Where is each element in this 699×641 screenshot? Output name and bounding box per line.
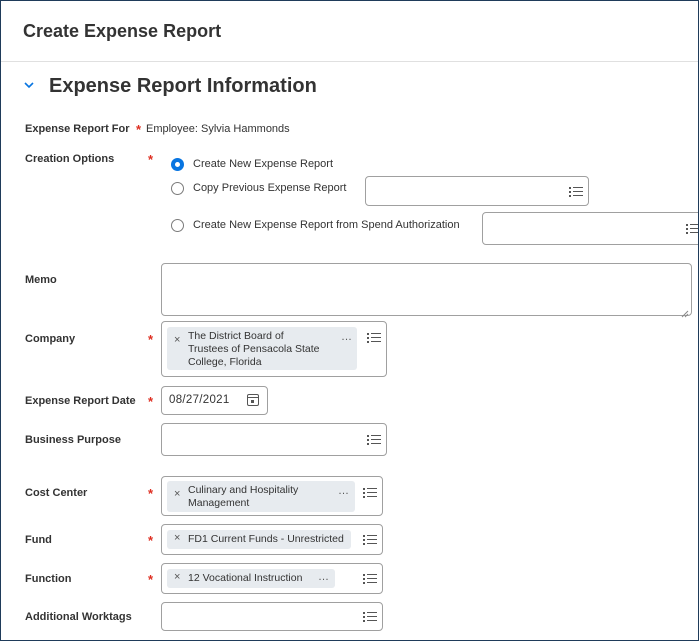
more-icon[interactable]: … — [318, 571, 329, 583]
company-line-2: Trustees of Pensacola State — [188, 343, 320, 355]
business-purpose-label: Business Purpose — [25, 434, 121, 446]
report-date-input[interactable]: 08/27/2021 — [161, 386, 268, 415]
required-marker: * — [148, 572, 154, 587]
more-icon[interactable]: … — [341, 331, 352, 343]
radio-spend-authorization-label: Create New Expense Report from Spend Aut… — [193, 219, 460, 231]
memo-textarea[interactable] — [161, 263, 692, 318]
report-for-label: Expense Report For — [25, 123, 130, 135]
remove-icon[interactable]: × — [174, 334, 180, 346]
section-title: Expense Report Information — [49, 75, 317, 97]
list-icon[interactable] — [363, 611, 377, 623]
page-header: Create Expense Report — [1, 1, 698, 62]
business-purpose-prompt[interactable] — [161, 423, 387, 456]
fund-pill[interactable]: × FD1 Current Funds - Unrestricted — [167, 530, 351, 549]
spend-authorization-prompt[interactable] — [482, 212, 698, 245]
radio-spend-authorization[interactable] — [171, 219, 184, 232]
memo-label: Memo — [25, 274, 57, 286]
fund-label: Fund — [25, 534, 52, 546]
fund-prompt[interactable]: × FD1 Current Funds - Unrestricted — [161, 524, 383, 555]
cost-center-pill[interactable]: × Culinary and Hospitality Management … — [167, 481, 355, 512]
report-for-value: Employee: Sylvia Hammonds — [146, 123, 290, 135]
additional-worktags-prompt[interactable] — [161, 602, 383, 631]
radio-copy-previous-label: Copy Previous Expense Report — [193, 182, 347, 194]
required-marker: * — [136, 122, 142, 137]
function-prompt[interactable]: × 12 Vocational Instruction … — [161, 563, 383, 594]
remove-icon[interactable]: × — [174, 488, 180, 500]
cost-center-label: Cost Center — [25, 487, 88, 499]
company-line-1: The District Board of — [188, 330, 284, 342]
section-header[interactable]: Expense Report Information — [23, 75, 317, 98]
fund-value: FD1 Current Funds - Unrestricted — [188, 533, 344, 545]
list-icon[interactable] — [367, 434, 381, 446]
company-prompt[interactable]: × The District Board of Trustees of Pens… — [161, 321, 387, 377]
function-pill[interactable]: × 12 Vocational Instruction … — [167, 569, 335, 588]
list-icon[interactable] — [363, 534, 377, 546]
remove-icon[interactable]: × — [174, 571, 180, 583]
cost-center-line-2: Management — [188, 497, 250, 509]
function-label: Function — [25, 573, 72, 585]
function-value: 12 Vocational Instruction — [188, 572, 303, 584]
chevron-down-icon[interactable] — [23, 79, 37, 93]
list-icon[interactable] — [686, 223, 698, 235]
radio-create-new[interactable] — [171, 158, 184, 171]
required-marker: * — [148, 486, 154, 501]
company-pill[interactable]: × The District Board of Trustees of Pens… — [167, 327, 357, 370]
expense-report-page: Create Expense Report Expense Report Inf… — [0, 0, 699, 641]
radio-copy-previous[interactable] — [171, 182, 184, 195]
company-label: Company — [25, 333, 76, 345]
calendar-icon[interactable] — [247, 394, 259, 406]
company-line-3: College, Florida — [188, 356, 262, 368]
radio-create-new-label: Create New Expense Report — [193, 158, 334, 170]
required-marker: * — [148, 332, 154, 347]
creation-options-label: Creation Options — [25, 153, 115, 165]
list-icon[interactable] — [367, 332, 381, 344]
copy-previous-prompt[interactable] — [365, 176, 589, 206]
report-date-label: Expense Report Date — [25, 395, 136, 407]
list-icon[interactable] — [363, 573, 377, 585]
required-marker: * — [148, 533, 154, 548]
cost-center-line-1: Culinary and Hospitality — [188, 484, 299, 496]
remove-icon[interactable]: × — [174, 532, 180, 544]
resize-handle-icon[interactable] — [681, 305, 689, 318]
list-icon[interactable] — [363, 487, 377, 499]
report-date-value: 08/27/2021 — [169, 394, 230, 406]
additional-worktags-label: Additional Worktags — [25, 611, 132, 623]
required-marker: * — [148, 394, 154, 409]
required-marker: * — [148, 152, 154, 167]
cost-center-prompt[interactable]: × Culinary and Hospitality Management … — [161, 476, 383, 516]
page-title: Create Expense Report — [23, 20, 222, 41]
list-icon[interactable] — [569, 186, 583, 198]
more-icon[interactable]: … — [338, 485, 349, 497]
